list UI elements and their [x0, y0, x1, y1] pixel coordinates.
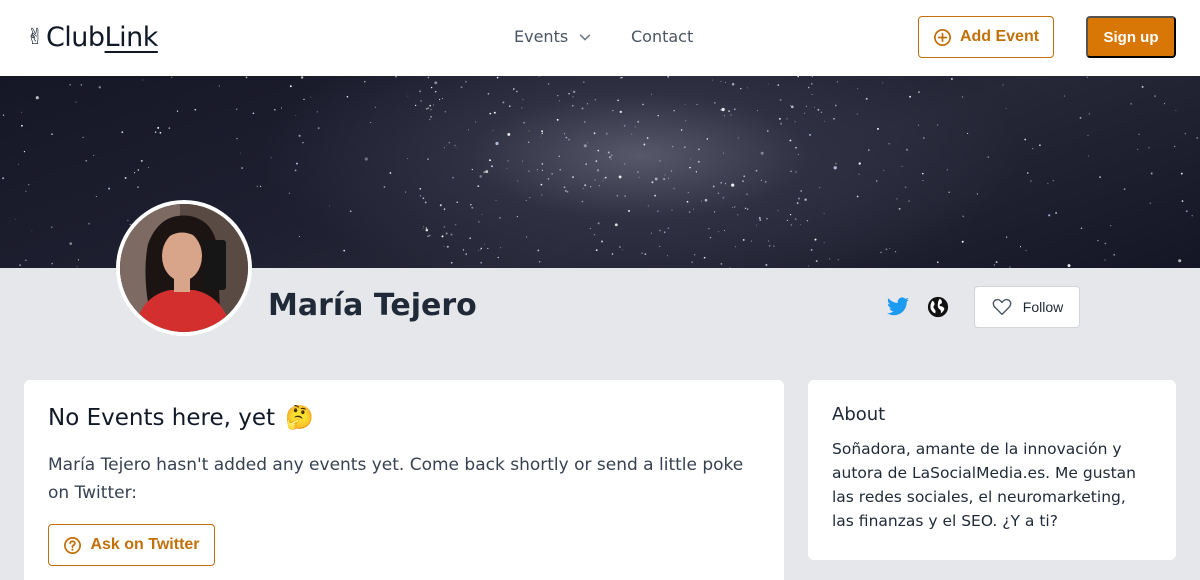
- about-card-text: Soñadora, amante de la innovación y auto…: [832, 440, 1136, 530]
- twitter-icon[interactable]: [886, 295, 910, 319]
- add-event-label: Add Event: [959, 28, 1040, 45]
- about-card-title: About: [832, 404, 886, 425]
- plus-circle-icon: [933, 28, 951, 46]
- thinking-face-icon: 🤔: [285, 405, 314, 431]
- avatar: [116, 200, 252, 336]
- signup-button[interactable]: Sign up: [1086, 16, 1176, 58]
- nav-contact-link[interactable]: Contact: [631, 27, 693, 46]
- follow-button[interactable]: Follow: [974, 286, 1080, 328]
- avatar-photo: [120, 204, 248, 332]
- chevron-down-icon: [580, 33, 591, 40]
- profile-name: María Tejero: [268, 288, 477, 323]
- events-card: No Events here, yet 🤔 María Tejero hasn'…: [24, 380, 784, 580]
- follow-label: Follow: [1022, 299, 1064, 315]
- ask-on-twitter-label: Ask on Twitter: [90, 536, 200, 553]
- events-card-title: No Events here, yet 🤔: [48, 404, 760, 432]
- victory-hand-icon: ✌: [26, 25, 44, 50]
- ask-on-twitter-button[interactable]: Ask on Twitter: [48, 524, 215, 566]
- top-navbar: ✌ Club Link Events Contact Add Event Sign…: [0, 0, 1200, 76]
- add-event-button[interactable]: Add Event: [918, 16, 1054, 58]
- question-circle-icon: [64, 536, 82, 554]
- clublink-logo[interactable]: ✌ Club Link: [26, 22, 158, 53]
- events-card-title-text: No Events here, yet: [48, 404, 276, 431]
- logo-text-link: Link: [104, 22, 159, 53]
- logo-text-club: Club: [45, 22, 105, 53]
- nav-events-dropdown[interactable]: Events: [514, 27, 592, 46]
- nav-events-label: Events: [514, 27, 569, 46]
- heart-icon: [992, 298, 1012, 316]
- globe-icon[interactable]: [927, 296, 949, 318]
- events-card-message: María Tejero hasn't added any events yet…: [48, 455, 744, 503]
- about-card: About Soñadora, amante de la innovación …: [808, 380, 1176, 560]
